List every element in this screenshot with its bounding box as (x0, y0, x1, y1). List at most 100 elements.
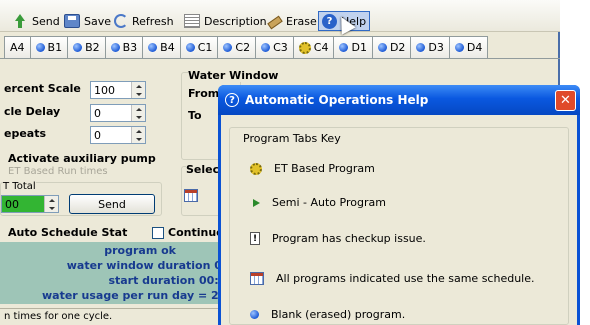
repeats-label: epeats (4, 127, 47, 140)
description-label: Description (204, 14, 267, 28)
key-row-issue: ! Program has checkup issue. (250, 232, 426, 245)
key-text: Blank (erased) program. (271, 308, 406, 321)
group-title: Program Tabs Key (240, 132, 344, 145)
status-line: water usage per run day = 223 (42, 289, 234, 302)
footer-hint: n times for one cycle. (0, 308, 240, 325)
percent-scale-value: 100 (94, 83, 115, 97)
key-text: ET Based Program (274, 162, 375, 175)
tab-label: C3 (273, 41, 288, 54)
send-button-label: Send (98, 197, 126, 211)
status-line: start duration 00:04 (108, 274, 234, 287)
key-text: Program has checkup issue. (272, 232, 426, 245)
blank-program-dot-icon (35, 43, 45, 52)
spin-arrows[interactable] (131, 105, 145, 121)
program-tabstrip: A4 B1 B2 B3 B4 C1 C2 C3 C4 D1 D2 D3 D4 (0, 35, 560, 59)
tab-label: B3 (122, 41, 138, 54)
send-label: Send (32, 14, 60, 28)
tab-b4[interactable]: B4 (142, 36, 181, 58)
continuous-checkbox[interactable] (152, 227, 164, 239)
blank-program-dot-icon (73, 43, 83, 52)
spin-arrows[interactable] (44, 196, 58, 212)
et-total-input[interactable]: 00 (1, 195, 59, 213)
blank-program-dot-icon (223, 43, 233, 52)
close-icon: ✕ (560, 93, 571, 108)
help-dialog: ? Automatic Operations Help ✕ Program Ta… (218, 85, 580, 325)
status-panel: program ok water window duration 01: sta… (0, 242, 240, 304)
blank-program-dot-icon (339, 43, 349, 52)
close-button[interactable]: ✕ (555, 90, 576, 111)
repeats-value: 0 (94, 128, 101, 142)
save-disk-icon (64, 14, 80, 28)
key-row-et: ET Based Program (250, 162, 375, 175)
tab-d4[interactable]: D4 (448, 36, 489, 58)
tab-label: C4 (313, 41, 329, 54)
select-group: Selec (181, 163, 221, 216)
tab-label: C1 (197, 41, 213, 54)
tab-d1[interactable]: D1 (333, 36, 373, 58)
erase-toolbar-button[interactable]: Erase (266, 12, 317, 30)
cycle-delay-value: 0 (94, 106, 101, 120)
repeats-input[interactable]: 0 (90, 126, 146, 144)
blank-program-dot-icon (261, 43, 271, 52)
tab-label: D3 (428, 41, 444, 54)
water-window-label: Water Window (188, 69, 279, 82)
sun-icon (250, 162, 262, 175)
dot-icon (250, 310, 259, 319)
continuous-label: Continuo (168, 226, 224, 239)
tab-label: C2 (235, 41, 251, 54)
key-text: Semi - Auto Program (272, 196, 386, 209)
tab-label: B1 (47, 41, 63, 54)
et-runtimes-label: ET Based Run times (8, 166, 108, 177)
description-icon (184, 14, 200, 28)
save-toolbar-button[interactable]: Save (64, 12, 111, 30)
refresh-toolbar-button[interactable]: Refresh (114, 12, 174, 30)
tab-b2[interactable]: B2 (67, 36, 106, 58)
dialog-title: Automatic Operations Help (245, 93, 429, 107)
from-label: From (188, 87, 220, 100)
tab-d3[interactable]: D3 (410, 36, 450, 58)
percent-scale-label: ercent Scale (4, 82, 81, 95)
dialog-title-bar[interactable]: ? Automatic Operations Help ✕ (218, 85, 580, 115)
calendar-icon[interactable] (184, 189, 198, 202)
select-label: Selec (186, 163, 220, 176)
erase-label: Erase (286, 14, 317, 28)
tab-a4[interactable]: A4 (4, 36, 31, 58)
tab-label: A4 (10, 41, 25, 54)
issue-icon: ! (250, 232, 260, 245)
send-toolbar-button[interactable]: Send (12, 12, 60, 30)
tab-c4[interactable]: C4 (292, 36, 335, 58)
tab-c3[interactable]: C3 (255, 36, 294, 58)
calendar-icon (250, 272, 264, 285)
refresh-label: Refresh (132, 14, 174, 28)
et-total-label: T Total (3, 181, 36, 192)
blank-program-dot-icon (110, 43, 120, 52)
tab-label: D1 (351, 41, 367, 54)
tab-label: D2 (389, 41, 406, 54)
blank-program-dot-icon (416, 43, 426, 52)
to-label: To (188, 109, 202, 122)
eraser-icon (266, 14, 282, 28)
status-line: water window duration 01: (66, 259, 234, 272)
dialog-body: Program Tabs Key ET Based Program Semi -… (221, 115, 577, 325)
help-icon: ? (225, 93, 239, 107)
play-icon (253, 198, 260, 207)
description-toolbar-button[interactable]: Description (184, 12, 267, 30)
spin-arrows[interactable] (131, 127, 145, 143)
spin-arrows[interactable] (131, 82, 145, 98)
tab-c1[interactable]: C1 (179, 36, 219, 58)
tab-d2[interactable]: D2 (371, 36, 412, 58)
tab-b1[interactable]: B1 (29, 36, 69, 58)
tab-c2[interactable]: C2 (217, 36, 257, 58)
send-arrow-icon (12, 14, 28, 28)
blank-program-dot-icon (148, 43, 158, 52)
tab-label: D4 (466, 41, 483, 54)
send-button[interactable]: Send (69, 194, 155, 214)
save-label: Save (84, 14, 112, 28)
blank-program-dot-icon (454, 43, 464, 52)
tab-b3[interactable]: B3 (104, 36, 144, 58)
percent-scale-input[interactable]: 100 (90, 81, 146, 99)
auto-schedule-label: Auto Schedule Stat (8, 226, 128, 239)
et-total-group: T Total 00 Send (0, 181, 162, 216)
cycle-delay-input[interactable]: 0 (90, 104, 146, 122)
blank-program-dot-icon (185, 43, 195, 52)
